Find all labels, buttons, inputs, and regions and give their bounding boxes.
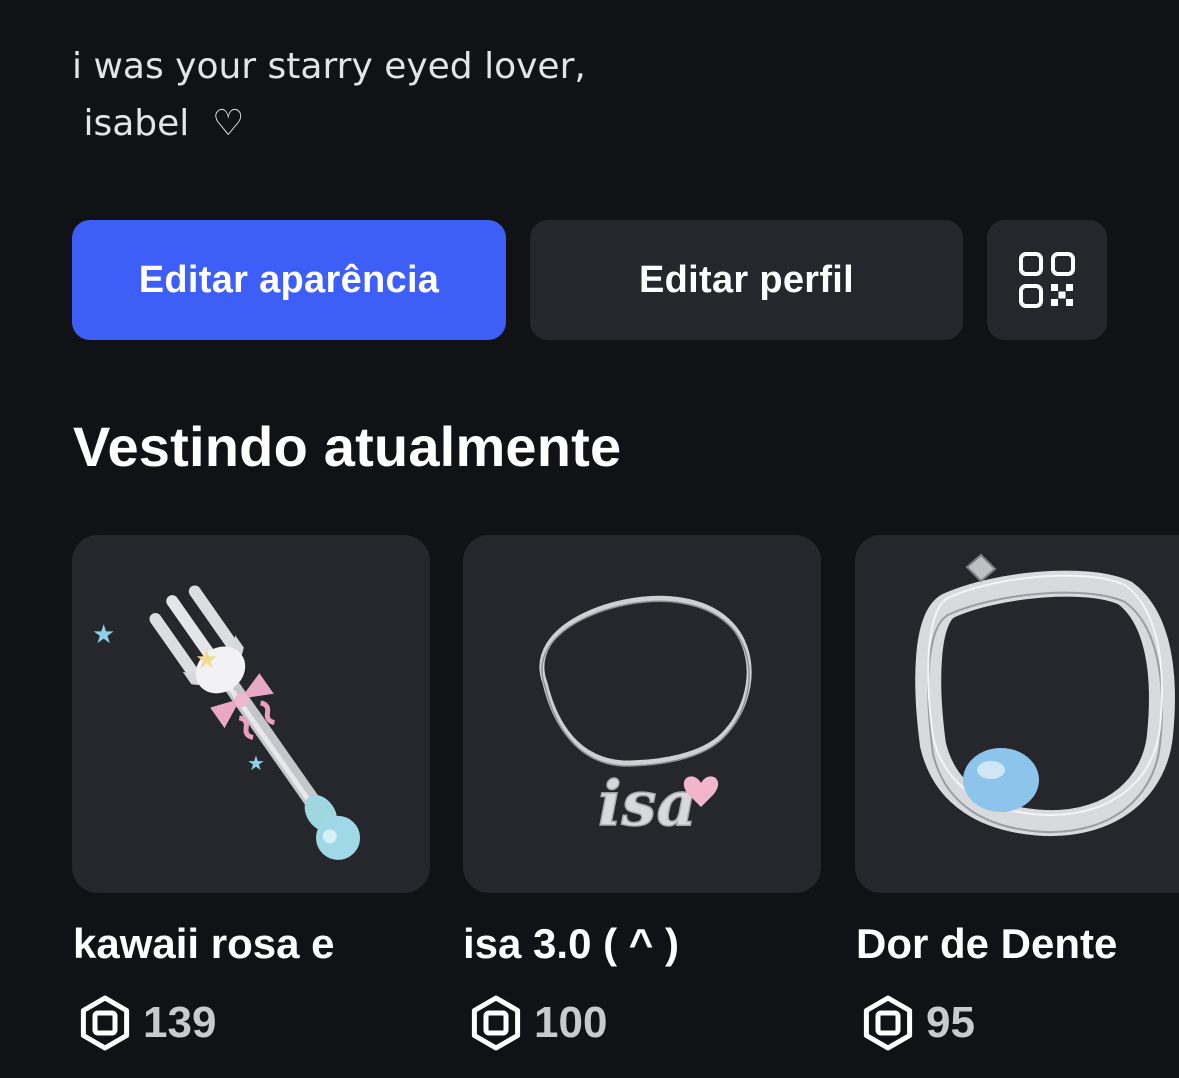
profile-bio: i was your starry eyed lover, isabel ♡ <box>72 38 586 152</box>
item-name[interactable]: kawaii rosa e <box>73 920 335 968</box>
item-name[interactable]: isa 3.0 ( ^ ) <box>463 920 679 968</box>
svg-text:isa: isa <box>598 767 697 840</box>
fork-wand-icon: ★ ★ ★ <box>92 585 361 860</box>
section-title-wearing: Vestindo atualmente <box>73 415 622 478</box>
edit-appearance-label: Editar aparência <box>138 258 440 301</box>
item-price-value: 100 <box>534 998 608 1047</box>
qr-code-button[interactable] <box>987 220 1107 340</box>
item-price: 139 <box>77 995 216 1051</box>
item-price-value: 139 <box>143 998 217 1047</box>
item-price-value: 95 <box>926 998 975 1047</box>
svg-text:★: ★ <box>247 751 265 775</box>
edit-appearance-button[interactable]: Editar aparência <box>72 220 506 340</box>
item-name[interactable]: Dor de Dente <box>856 920 1117 968</box>
svg-text:★: ★ <box>92 620 115 650</box>
edit-profile-button[interactable]: Editar perfil <box>530 220 963 340</box>
bio-line: i was your starry eyed lover, <box>72 46 586 87</box>
robux-icon <box>471 995 521 1051</box>
profile-page: i was your starry eyed lover, isabel ♡ E… <box>0 0 1179 1078</box>
svg-text:★: ★ <box>195 645 218 675</box>
item-card[interactable] <box>855 535 1179 893</box>
item-price: 95 <box>860 995 975 1051</box>
qr-code-icon <box>1019 252 1075 308</box>
silver-choker-icon <box>915 553 1175 837</box>
robux-icon <box>863 995 913 1051</box>
bio-line: isabel ♡ <box>72 103 245 144</box>
isa-necklace-icon: isa <box>539 595 752 841</box>
item-price: 100 <box>468 995 607 1051</box>
robux-icon <box>80 995 130 1051</box>
item-card[interactable]: isa <box>463 535 821 893</box>
item-card[interactable]: ★ ★ ★ <box>72 535 430 893</box>
edit-profile-label: Editar perfil <box>638 258 855 301</box>
